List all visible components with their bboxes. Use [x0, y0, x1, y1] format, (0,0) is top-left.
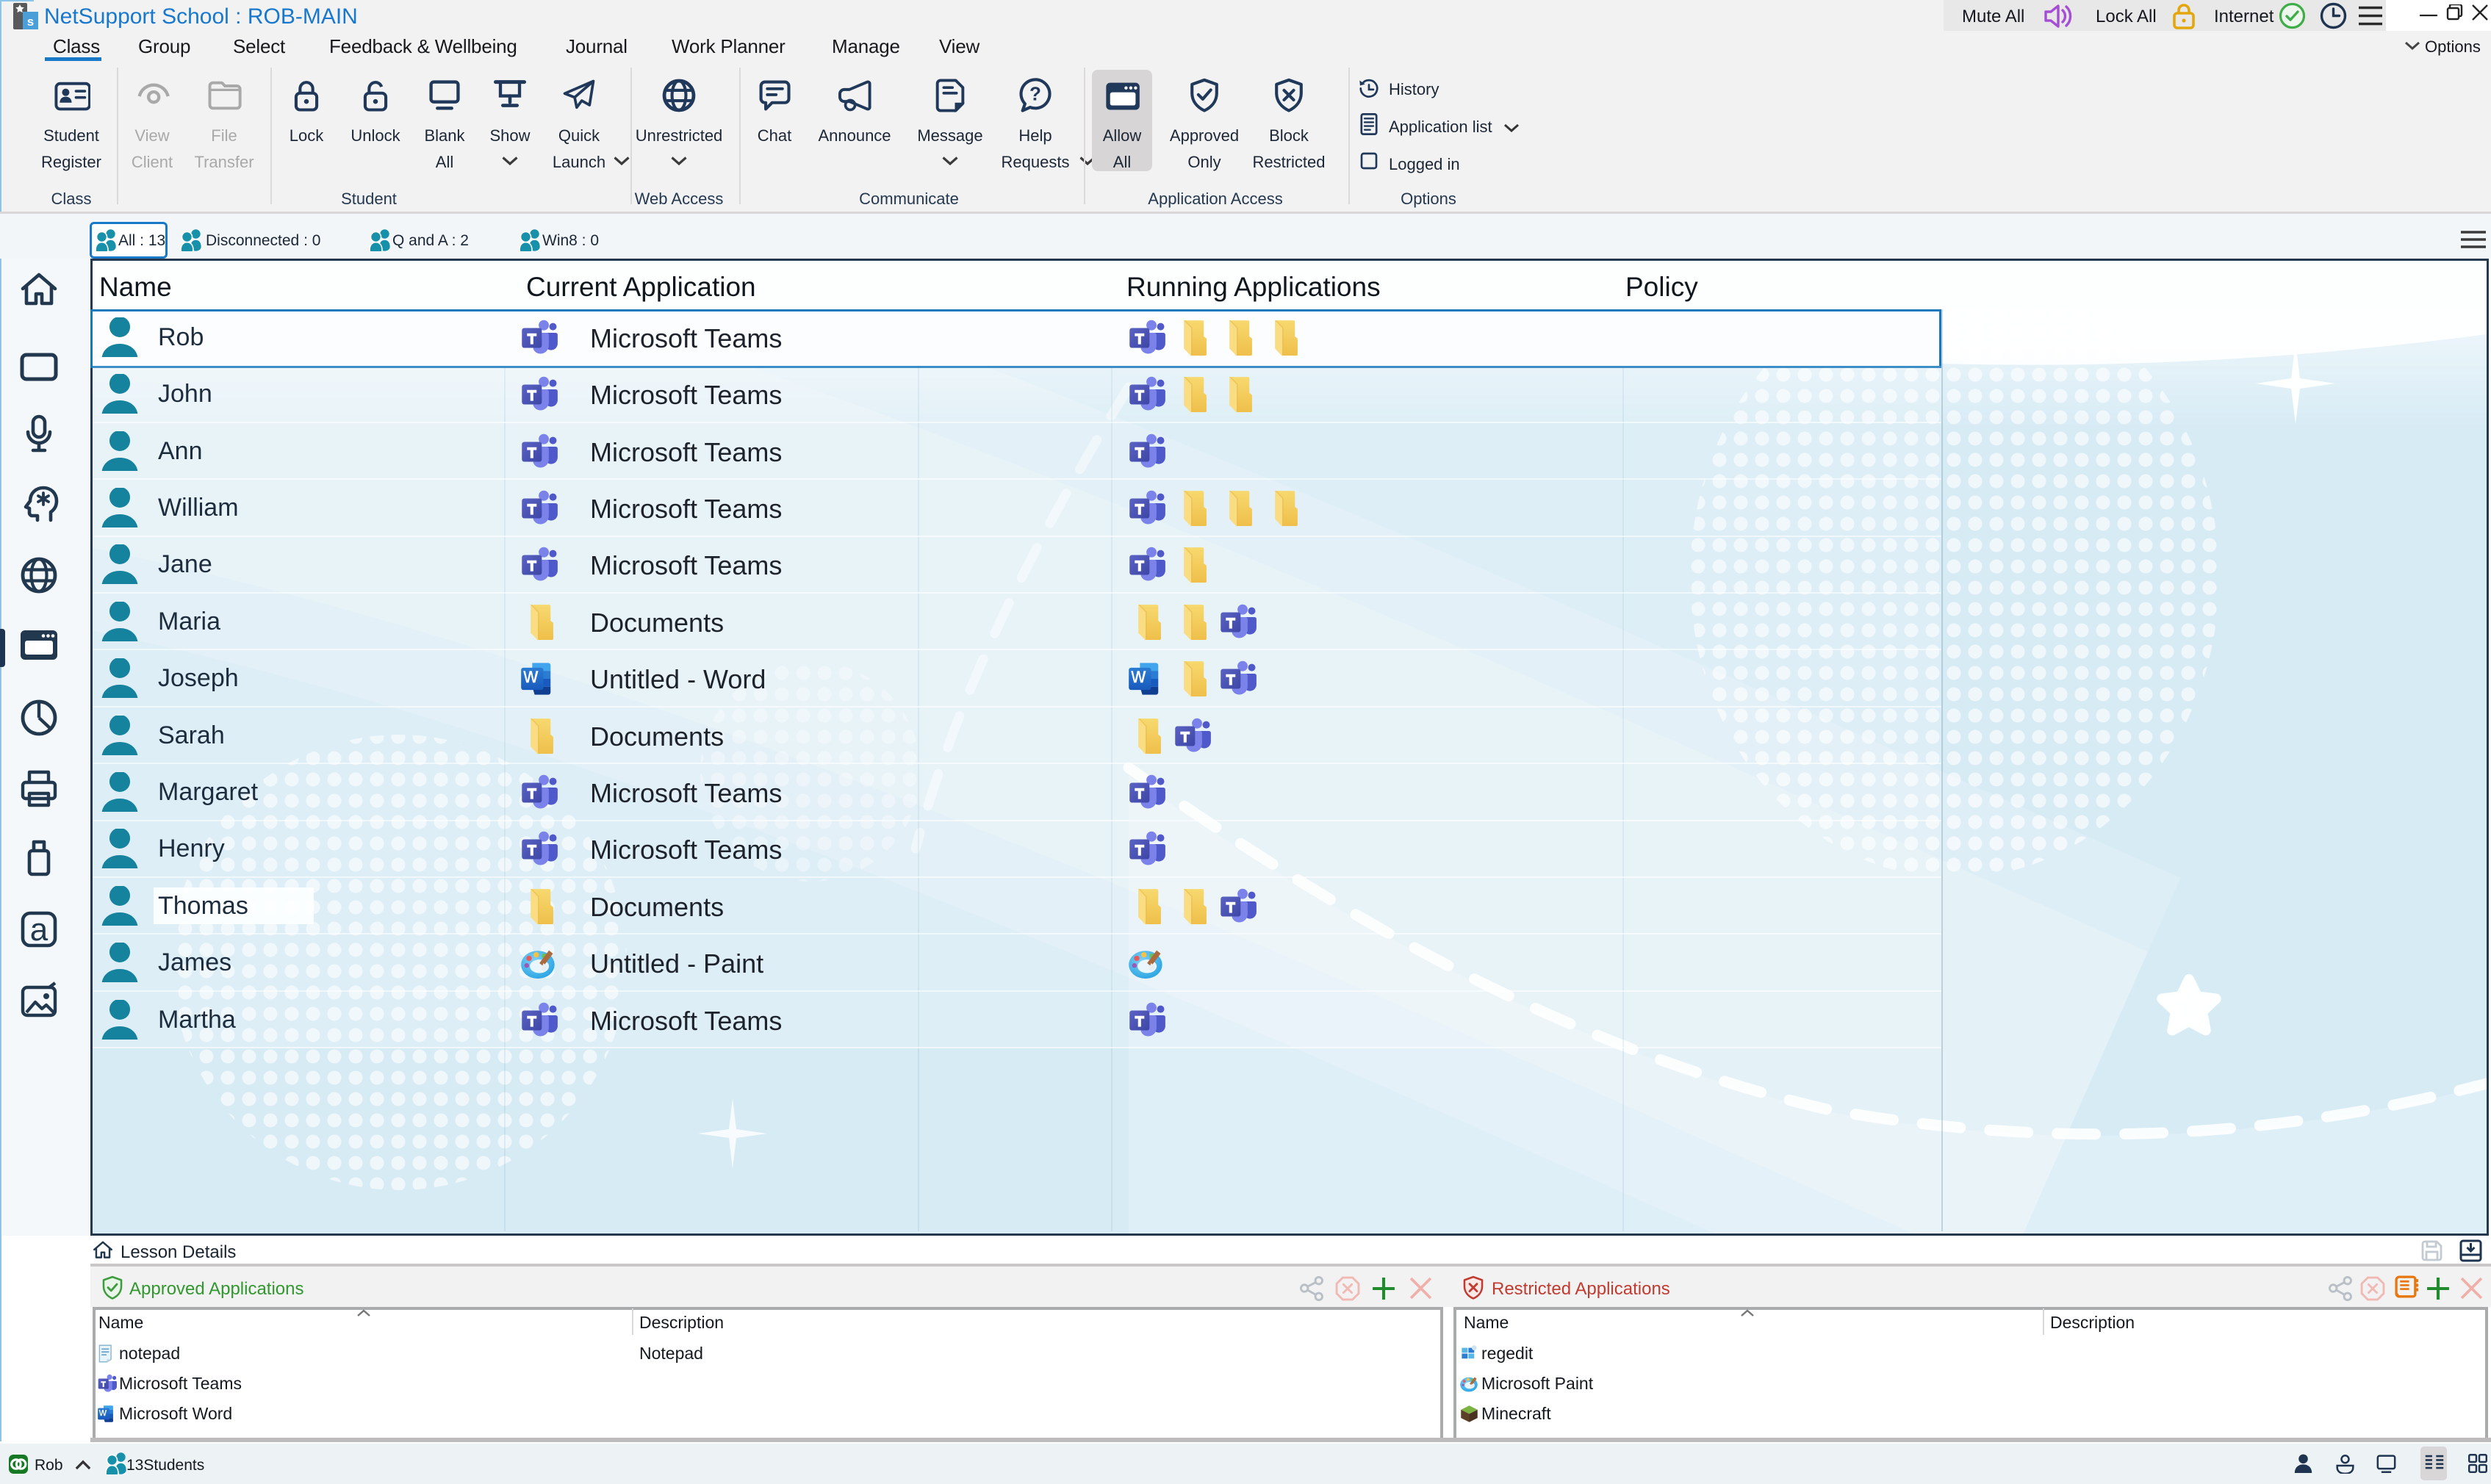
- svg-text:s: s: [27, 15, 34, 29]
